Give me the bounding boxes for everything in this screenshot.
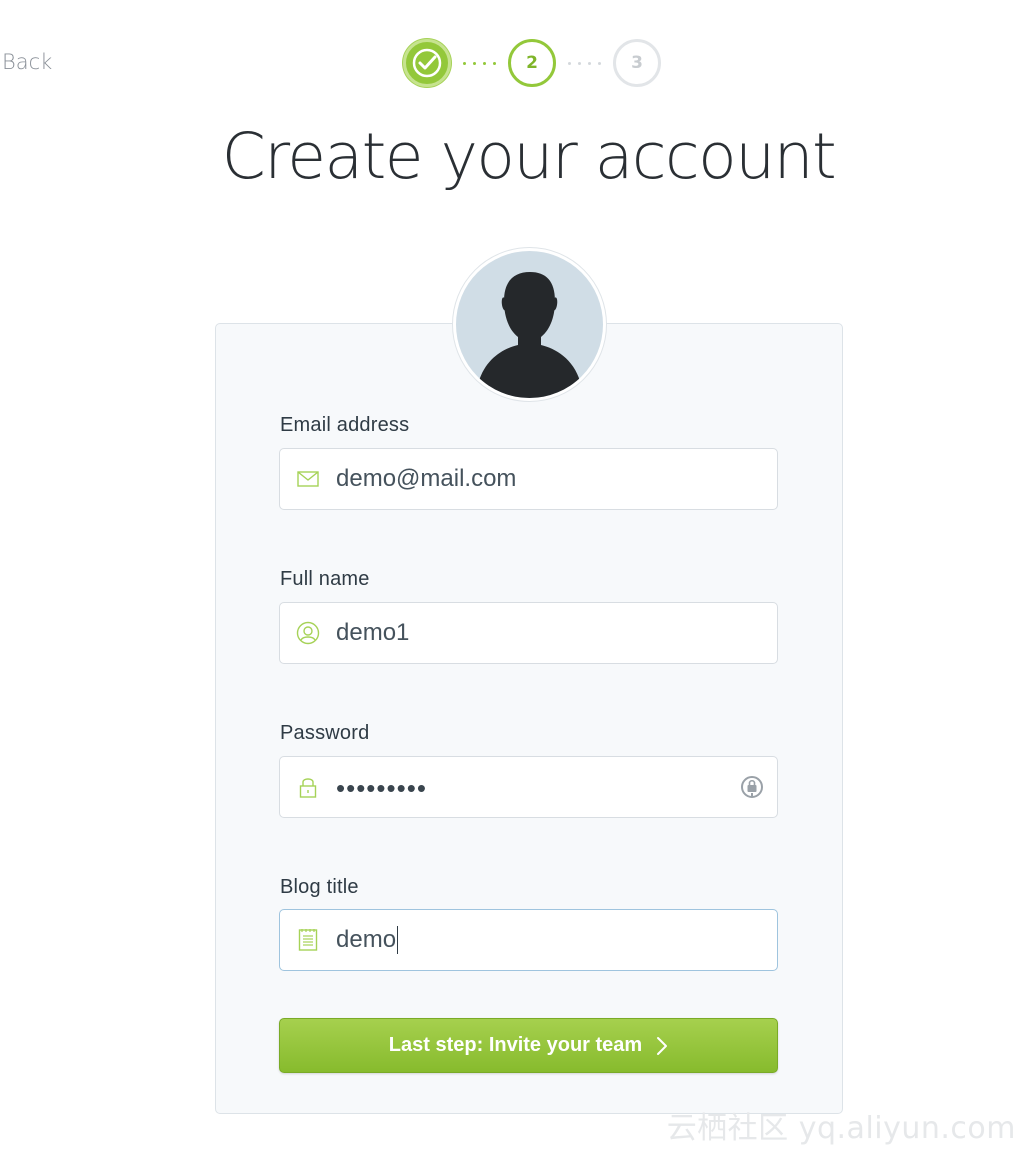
step-connector bbox=[452, 60, 507, 66]
invite-team-button[interactable]: Last step: Invite your team bbox=[279, 1018, 778, 1073]
signup-form-card bbox=[215, 323, 843, 1114]
password-value: ••••••••• bbox=[336, 772, 427, 803]
full-name-value: demo1 bbox=[336, 619, 410, 646]
password-label: Password bbox=[280, 722, 370, 744]
lock-icon bbox=[280, 757, 336, 817]
full-name-field[interactable]: demo1 bbox=[279, 602, 778, 664]
watermark: 云栖社区 yq.aliyun.com bbox=[666, 1111, 1016, 1146]
step-2-current: 2 bbox=[508, 39, 556, 87]
blog-title-label: Blog title bbox=[280, 876, 359, 898]
text-caret bbox=[397, 926, 399, 955]
blog-title-field[interactable]: demo bbox=[279, 909, 778, 971]
password-keychain-icon[interactable] bbox=[739, 774, 765, 800]
step-1-complete bbox=[403, 39, 451, 87]
envelope-icon bbox=[280, 449, 336, 509]
step-3-upcoming: 3 bbox=[613, 39, 661, 87]
checkmark-icon bbox=[412, 48, 442, 78]
progress-stepper: 2 3 bbox=[403, 39, 661, 87]
password-field[interactable]: ••••••••• bbox=[279, 756, 778, 818]
email-label: Email address bbox=[280, 414, 410, 436]
notepad-icon bbox=[280, 910, 336, 970]
blog-title-text: demo bbox=[336, 925, 397, 953]
blog-title-value: demo bbox=[336, 925, 399, 955]
full-name-label: Full name bbox=[280, 568, 370, 590]
email-value: demo@mail.com bbox=[336, 465, 517, 492]
invite-team-button-label: Last step: Invite your team bbox=[388, 1034, 643, 1056]
user-icon bbox=[280, 603, 336, 663]
user-silhouette-icon bbox=[456, 251, 603, 398]
back-link[interactable]: Back bbox=[2, 50, 52, 74]
chevron-right-icon bbox=[657, 1036, 668, 1055]
page-title: Create your account bbox=[221, 120, 837, 193]
step-connector bbox=[557, 60, 612, 66]
avatar-upload[interactable] bbox=[452, 247, 607, 402]
email-field[interactable]: demo@mail.com bbox=[279, 448, 778, 510]
create-account-page: Back 2 3 Create your account Email addre… bbox=[0, 0, 1028, 1155]
